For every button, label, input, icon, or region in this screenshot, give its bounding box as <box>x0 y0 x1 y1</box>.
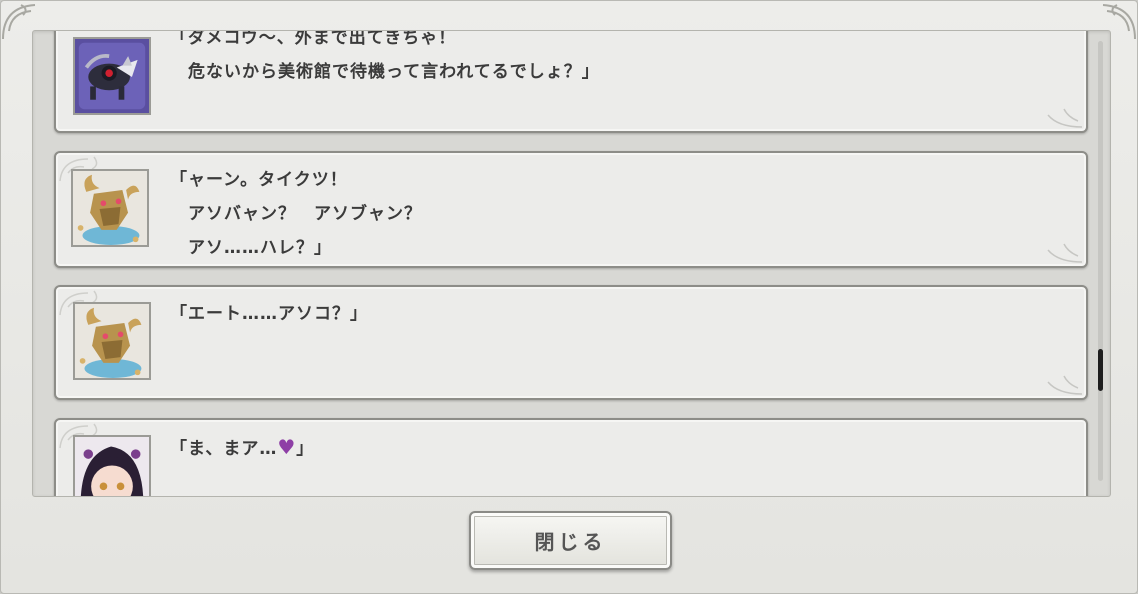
dialogue-text: 「ャーン。タイクツ！ アソバャン？ アソブャン？ アソ……ハレ？」 <box>170 170 422 258</box>
scrollbar-thumb[interactable] <box>1098 349 1103 391</box>
close-button-label: 閉じる <box>534 530 607 554</box>
dark-haired-girl-portrait-icon <box>73 435 151 496</box>
heart-icon: ♥ <box>277 435 297 459</box>
list-item: 「エート……アソコ？」 <box>54 285 1088 400</box>
dialogue-text: 「エート……アソコ？」 <box>170 304 368 324</box>
dialogue-text: 「ダメコウ〜、外まで出てきちゃ！ 危ないから美術館で待機って言われてるでしょ？」 <box>170 30 600 82</box>
dialogue-text: 「ま、まア…♥」 <box>170 430 314 466</box>
dialog-log-window: 「ダメコウ〜、外まで出てきちゃ！ 危ないから美術館で待機って言われてるでしょ？」 <box>0 0 1138 594</box>
list-item: 「ャーン。タイクツ！ アソバャン？ アソブャン？ アソ……ハレ？」 <box>54 151 1088 268</box>
list-item: 「ま、まア…♥」 <box>54 418 1088 496</box>
golden-bull-portrait-icon <box>73 302 151 380</box>
golden-bull-portrait-icon <box>71 169 149 247</box>
list-item: 「ダメコウ〜、外まで出てきちゃ！ 危ないから美術館で待機って言われてるでしょ？」 <box>54 30 1088 133</box>
dialog-log-list[interactable]: 「ダメコウ〜、外まで出てきちゃ！ 危ないから美術館で待機って言われてるでしょ？」 <box>32 30 1111 497</box>
scrollbar-track[interactable] <box>1098 41 1103 481</box>
close-button[interactable]: 閉じる <box>469 511 672 570</box>
dialogue-text-end: 」 <box>296 439 315 459</box>
mechanical-wolf-portrait-icon <box>73 37 151 115</box>
dialogue-text-start: 「ま、まア… <box>170 439 278 459</box>
